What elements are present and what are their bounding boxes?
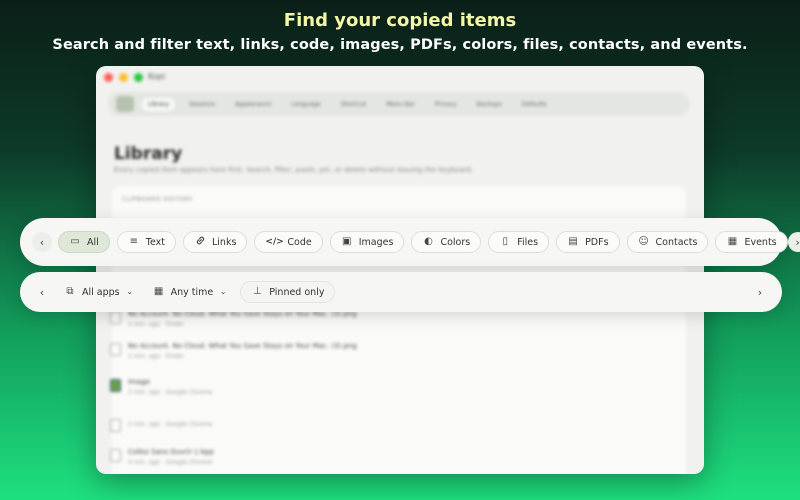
list-item[interactable]: 2 min. ago · Google Chrome xyxy=(110,418,213,432)
calendar-icon: ▦ xyxy=(153,286,164,297)
toolbar-item-shortcut[interactable]: Shortcut xyxy=(335,98,373,111)
file-icon xyxy=(110,311,121,324)
window-title: Kopi xyxy=(148,72,166,81)
palette-icon: ◐ xyxy=(424,236,433,247)
chevron-right-icon[interactable]: › xyxy=(787,232,800,252)
list-item-title: Image xyxy=(128,378,150,386)
pin-icon: ⊥ xyxy=(252,286,262,297)
headline: Find your copied items xyxy=(283,10,517,31)
close-window-button[interactable] xyxy=(104,73,113,82)
filter-chip-images[interactable]: ▣ Images xyxy=(329,231,405,253)
chevron-left-icon[interactable]: ‹ xyxy=(32,282,52,302)
app-toolbar: Library Sessions Appearance Language Sho… xyxy=(108,92,690,116)
text-lines-icon: ≡ xyxy=(129,236,138,247)
list-item[interactable]: Collez Sans Ouvrir L'App 4 min. ago · Go… xyxy=(110,448,214,466)
filter-chip-label: Images xyxy=(358,236,394,248)
filter-chip-pdfs[interactable]: ▤ PDFs xyxy=(556,231,620,253)
filter-chip-label: All xyxy=(87,236,99,248)
filter-chip-label: PDFs xyxy=(585,236,609,248)
filter-chip-label: Files xyxy=(517,236,539,248)
toolbar-item-language[interactable]: Language xyxy=(285,98,327,111)
code-icon: </> xyxy=(265,236,284,247)
list-item-meta: 2 min. ago · Finder xyxy=(128,321,185,328)
list-item-meta: 2 min. ago · Google Chrome xyxy=(128,389,213,396)
app-logo-icon xyxy=(116,96,134,112)
image-thumbnail-icon xyxy=(110,379,121,392)
toolbar-item-appearance[interactable]: Appearance xyxy=(229,98,277,111)
minimize-window-button[interactable] xyxy=(119,73,128,82)
filter-chip-contacts[interactable]: ☺ Contacts xyxy=(626,231,709,253)
contact-card-icon: ☺ xyxy=(638,236,649,247)
history-label: CLIPBOARD HISTORY xyxy=(122,196,193,203)
list-item-meta: 4 min. ago · Google Chrome xyxy=(128,459,213,466)
pinned-only-label: Pinned only xyxy=(269,286,325,298)
link-icon xyxy=(194,235,206,249)
toolbar-item-backups[interactable]: Backups xyxy=(471,98,508,111)
scope-filter-chips: ⧉ All apps ⌄ ▦ Any time ⌄ ⊥ Pinned only xyxy=(58,281,750,303)
chevron-down-icon: ⌄ xyxy=(126,287,133,296)
photo-icon: ▣ xyxy=(342,236,352,247)
filter-chip-files[interactable]: ▯ Files xyxy=(488,231,550,253)
scope-filter-bar: ‹ ⧉ All apps ⌄ ▦ Any time ⌄ ⊥ Pinned onl… xyxy=(20,272,782,312)
type-filter-chips: ▭ All ≡ Text Links </> Code ▣ Images ◐ C… xyxy=(58,231,788,253)
chevron-right-icon[interactable]: › xyxy=(750,282,770,302)
list-item[interactable]: Image 2 min. ago · Google Chrome xyxy=(110,378,213,396)
filter-chip-label: Colors xyxy=(440,236,471,248)
filter-chip-label: Text xyxy=(145,236,165,248)
filter-chip-code[interactable]: </> Code xyxy=(254,231,323,253)
filter-chip-label: Links xyxy=(212,236,237,248)
chevron-down-icon: ⌄ xyxy=(219,287,227,296)
pinned-only-toggle[interactable]: ⊥ Pinned only xyxy=(240,281,336,303)
pdf-icon: ▤ xyxy=(568,236,578,247)
file-icon xyxy=(110,343,121,356)
filter-chip-links[interactable]: Links xyxy=(183,231,248,253)
all-apps-dropdown[interactable]: ⧉ All apps ⌄ xyxy=(58,281,140,303)
filter-chip-label: Events xyxy=(744,236,777,248)
filter-chip-label: Code xyxy=(287,236,312,248)
toolbar-item-defaults[interactable]: Defaults xyxy=(516,98,553,111)
subheadline: Search and filter text, links, code, ima… xyxy=(52,37,748,53)
filter-chip-label: Contacts xyxy=(655,236,698,248)
library-title: Library xyxy=(114,144,183,164)
window-controls[interactable] xyxy=(104,73,143,82)
filter-chip-all[interactable]: ▭ All xyxy=(58,231,110,253)
app-window-icon: ⧉ xyxy=(66,286,74,297)
list-item-meta: 2 min. ago · Google Chrome xyxy=(128,421,213,428)
any-time-label: Any time xyxy=(170,286,214,298)
list-item-title: Collez Sans Ouvrir L'App xyxy=(128,448,214,456)
list-item-meta: 2 min. ago · Finder xyxy=(128,353,185,360)
filter-chip-colors[interactable]: ◐ Colors xyxy=(411,231,482,253)
file-icon xyxy=(110,449,121,462)
list-item-title: No Account. No Cloud. What You Save Stay… xyxy=(128,342,357,350)
list-item[interactable]: No Account. No Cloud. What You Save Stay… xyxy=(110,342,357,360)
toolbar-item-library[interactable]: Library xyxy=(142,97,175,111)
zoom-window-button[interactable] xyxy=(134,73,143,82)
list-item[interactable]: No Account. No Cloud. What You Save Stay… xyxy=(110,310,357,328)
filter-chip-events[interactable]: ▦ Events xyxy=(715,231,788,253)
calendar-icon: ▦ xyxy=(727,236,738,247)
filter-chip-text[interactable]: ≡ Text xyxy=(116,231,176,253)
file-icon xyxy=(110,419,121,432)
any-time-dropdown[interactable]: ▦ Any time ⌄ xyxy=(147,281,234,303)
toolbar-item-menu-bar[interactable]: Menu Bar xyxy=(380,98,421,111)
toolbar-item-privacy[interactable]: Privacy xyxy=(429,98,463,111)
document-icon: ▯ xyxy=(502,236,508,247)
all-apps-label: All apps xyxy=(82,286,120,298)
app-window: Kopi Library Sessions Appearance Languag… xyxy=(96,66,704,474)
type-filter-bar: ‹ ▭ All ≡ Text Links </> Code ▣ Images ◐… xyxy=(20,218,800,266)
library-description: Every copied item appears here first. Se… xyxy=(114,166,474,174)
chevron-left-icon[interactable]: ‹ xyxy=(32,232,52,252)
toolbar-item-sessions[interactable]: Sessions xyxy=(183,98,221,111)
tray-icon: ▭ xyxy=(70,236,80,247)
